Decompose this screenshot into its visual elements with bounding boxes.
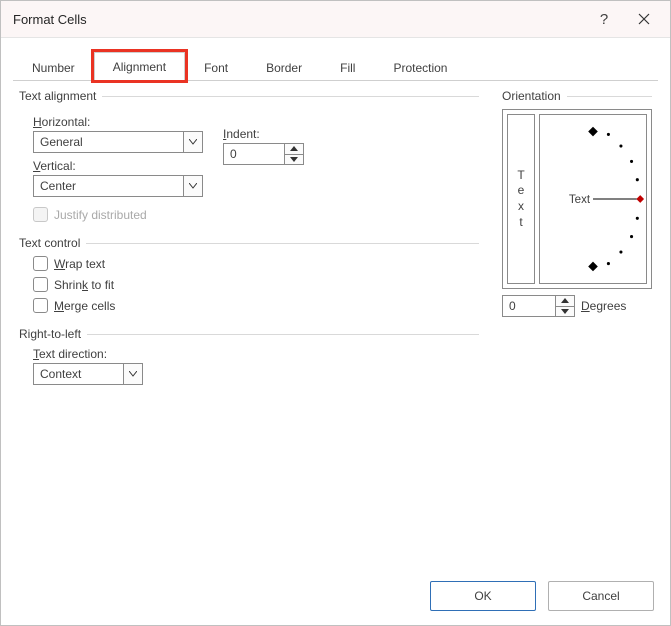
horizontal-combo-button[interactable]	[183, 132, 202, 152]
checkbox-icon	[33, 207, 48, 222]
chevron-down-icon	[189, 183, 197, 189]
ok-button-label: OK	[474, 589, 491, 603]
tab-font[interactable]: Font	[185, 53, 247, 81]
indent-spinner-buttons	[284, 144, 303, 164]
help-icon: ?	[600, 11, 608, 28]
text-direction-label: Text direction:Text direction:	[33, 347, 479, 361]
tab-number[interactable]: Number	[13, 53, 94, 81]
group-right-to-left: Right-to-left Text direction:Text direct…	[19, 319, 479, 385]
vertical-combo[interactable]: Center	[33, 175, 203, 197]
orientation-vertical-e: e	[518, 183, 525, 199]
checkbox-icon	[33, 298, 48, 313]
close-icon	[638, 13, 650, 25]
indent-value[interactable]: 0	[224, 144, 284, 164]
merge-cells-checkbox[interactable]: Merge cellsMerge cells	[33, 298, 479, 313]
vertical-label: Vertical:Vertical:	[33, 159, 203, 173]
vertical-combo-value: Center	[34, 176, 183, 196]
group-divider	[102, 96, 479, 97]
chevron-up-icon	[290, 146, 298, 151]
wrap-text-checkbox[interactable]: Wrap textWrap text	[33, 256, 479, 271]
chevron-down-icon	[290, 157, 298, 162]
orientation-degrees-row: 0 DegreesDegrees	[502, 295, 652, 317]
chevron-down-icon	[129, 371, 137, 377]
degrees-spinner[interactable]: 0	[502, 295, 575, 317]
group-text-alignment-text: Text alignment	[19, 89, 96, 103]
close-button[interactable]	[624, 3, 664, 35]
tab-border-label: Border	[266, 61, 302, 75]
format-cells-dialog: Format Cells ? Number Alignment Font Bor…	[0, 0, 671, 626]
tab-number-label: Number	[32, 61, 75, 75]
orientation-frame: T e x t Text	[502, 109, 652, 289]
degrees-spin-down[interactable]	[556, 307, 574, 317]
orientation-vertical-t: T	[517, 168, 524, 184]
group-text-alignment: Text alignment HHorizontal:orizontal: Ge…	[19, 81, 479, 228]
tab-protection[interactable]: Protection	[374, 53, 466, 81]
justify-distributed-label: Justify distributed	[54, 208, 147, 222]
group-orientation-label: Orientation	[502, 89, 652, 103]
tab-font-label: Font	[204, 61, 228, 75]
tab-alignment-label: Alignment	[113, 60, 166, 74]
checkbox-icon	[33, 256, 48, 271]
left-column: Text alignment HHorizontal:orizontal: Ge…	[19, 81, 479, 385]
group-orientation-text: Orientation	[502, 89, 561, 103]
group-rtl-label: Right-to-left	[19, 327, 479, 341]
indent-spinner[interactable]: 0	[223, 143, 304, 165]
tab-fill[interactable]: Fill	[321, 53, 374, 81]
degrees-label: DegreesDegrees	[581, 299, 626, 313]
text-direction-combo-button[interactable]	[123, 364, 142, 384]
help-button[interactable]: ?	[584, 3, 624, 35]
group-text-control: Text control Wrap textWrap text Shrink t…	[19, 228, 479, 319]
tab-border[interactable]: Border	[247, 53, 321, 81]
group-divider	[87, 334, 479, 335]
indent-label: Indent:Indent:	[223, 127, 304, 141]
orientation-dial-svg: Text	[540, 115, 646, 283]
justify-distributed-checkbox: Justify distributed	[33, 207, 479, 222]
shrink-to-fit-checkbox[interactable]: Shrink to fitShrink to fit	[33, 277, 479, 292]
vertical-combo-button[interactable]	[183, 176, 202, 196]
tab-strip: Number Alignment Font Border Fill Protec…	[13, 50, 658, 81]
svg-text:Text: Text	[569, 194, 591, 206]
cancel-button-label: Cancel	[582, 589, 619, 603]
wrap-text-label: Wrap textWrap text	[54, 257, 105, 271]
horizontal-combo-value: General	[34, 132, 183, 152]
horizontal-combo[interactable]: General	[33, 131, 203, 153]
indent-spin-down[interactable]	[285, 155, 303, 165]
titlebar: Format Cells ?	[1, 1, 670, 38]
shrink-to-fit-label: Shrink to fitShrink to fit	[54, 278, 114, 292]
chevron-down-icon	[189, 139, 197, 145]
cancel-button[interactable]: Cancel	[548, 581, 654, 611]
indent-area: Indent:Indent: 0	[223, 109, 304, 197]
checkbox-icon	[33, 277, 48, 292]
group-divider	[567, 96, 652, 97]
orientation-vertical-button[interactable]: T e x t Text	[507, 114, 535, 284]
group-text-alignment-label: Text alignment	[19, 89, 479, 103]
dialog-footer: OK Cancel	[430, 581, 654, 611]
dialog-body: Text alignment HHorizontal:orizontal: Ge…	[19, 81, 652, 565]
orientation-vertical-x: x	[518, 199, 524, 215]
group-rtl-text: Right-to-left	[19, 327, 81, 341]
group-text-control-text: Text control	[19, 236, 80, 250]
chevron-up-icon	[561, 298, 569, 303]
group-text-control-label: Text control	[19, 236, 479, 250]
group-orientation: Orientation T e x t Text	[502, 81, 652, 317]
text-direction-combo[interactable]: Context	[33, 363, 143, 385]
indent-spin-up[interactable]	[285, 144, 303, 155]
tab-protection-label: Protection	[393, 61, 447, 75]
tab-fill-label: Fill	[340, 61, 355, 75]
group-divider	[86, 243, 479, 244]
text-direction-value: Context	[34, 364, 123, 384]
ok-button[interactable]: OK	[430, 581, 536, 611]
degrees-spin-up[interactable]	[556, 296, 574, 307]
hv-area: HHorizontal:orizontal: General Vertical:…	[19, 109, 203, 197]
degrees-value[interactable]: 0	[503, 296, 555, 316]
chevron-down-icon	[561, 309, 569, 314]
degrees-spinner-buttons	[555, 296, 574, 316]
orientation-vertical-t2: t	[519, 215, 522, 231]
orientation-dial[interactable]: Text Text	[539, 114, 647, 284]
dialog-title: Format Cells	[13, 12, 584, 27]
tab-alignment[interactable]: Alignment	[94, 52, 185, 81]
horizontal-label: HHorizontal:orizontal:	[33, 115, 203, 129]
merge-cells-label: Merge cellsMerge cells	[54, 299, 115, 313]
